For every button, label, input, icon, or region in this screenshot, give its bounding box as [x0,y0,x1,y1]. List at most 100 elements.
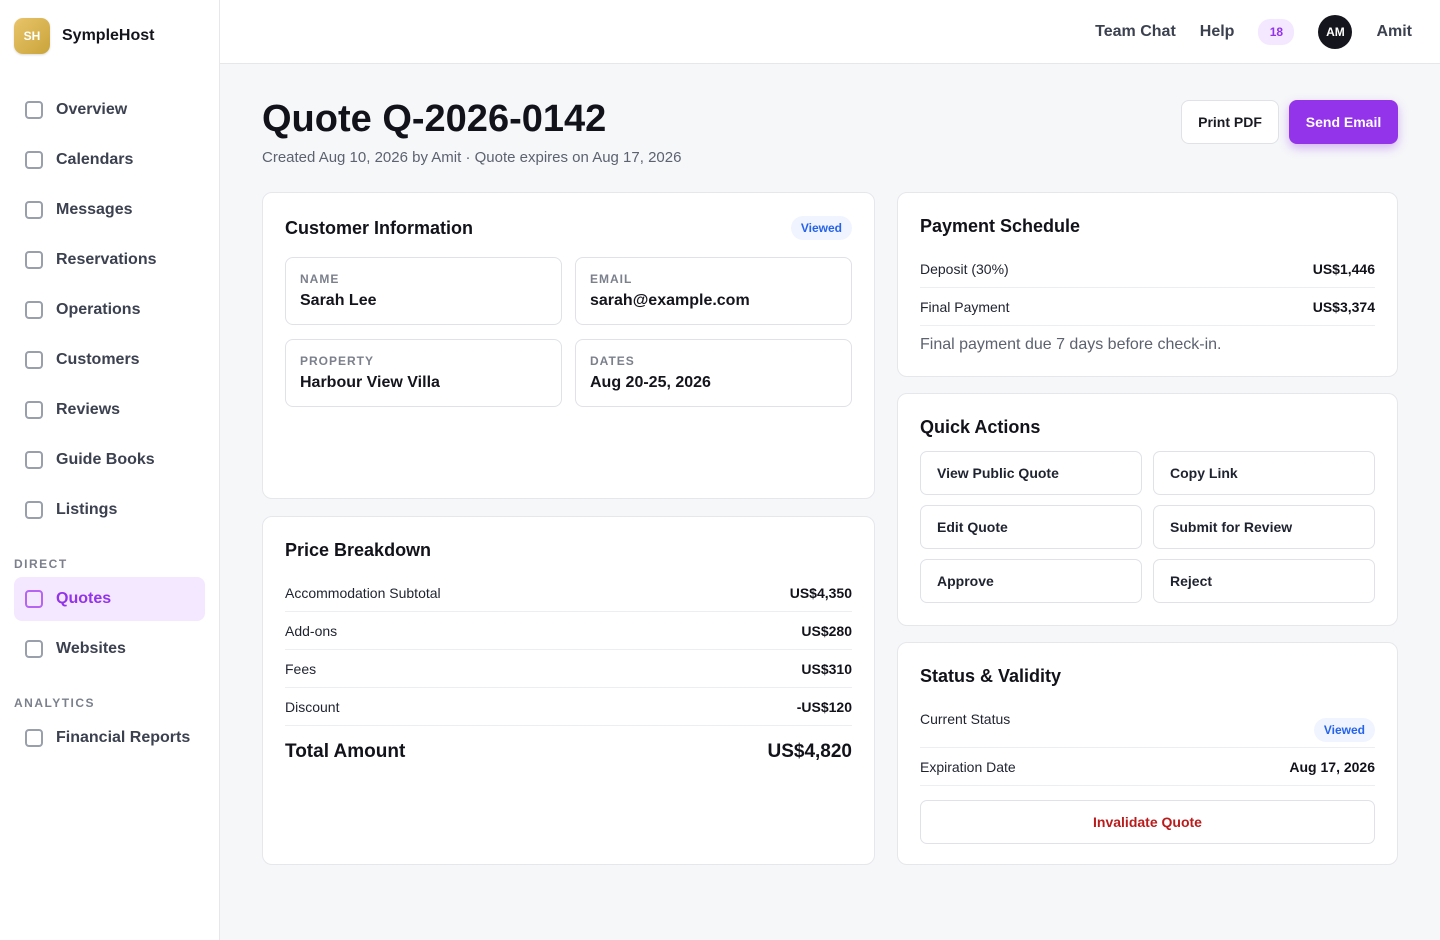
payment-row-label: Final Payment [920,298,1010,315]
submit-for-review-button[interactable]: Submit for Review [1153,505,1375,549]
invalidate-quote-button[interactable]: Invalidate Quote [920,800,1375,844]
property-field: PROPERTY Harbour View Villa [285,339,562,407]
topbar-actions: Team Chat Help 18 AM Amit [1071,0,1412,64]
customer-info-card: Customer Information Viewed NAME Sarah L… [262,192,875,499]
user-name[interactable]: Amit [1376,23,1412,41]
expiration-row: Expiration Date Aug 17, 2026 [920,748,1375,786]
price-breakdown-title: Price Breakdown [285,540,432,560]
avatar[interactable]: AM [1318,15,1353,49]
expiration-value: Aug 17, 2026 [1289,758,1375,775]
customer-name: Sarah Lee [300,292,377,309]
price-row-label: Accommodation Subtotal [285,584,441,601]
dates-field: DATES Aug 20-25, 2026 [575,339,852,407]
sidebar-item-financial-reports[interactable]: Financial Reports [14,716,205,760]
checkbox-icon [25,301,43,319]
status-validity-card: Status & Validity Current Status Viewed … [897,642,1398,865]
email-field: EMAIL sarah@example.com [575,257,852,325]
topbar: Team Chat Help 18 AM Amit [220,0,1440,64]
quick-actions-card: Quick Actions View Public Quote Copy Lin… [897,393,1398,626]
checkbox-icon [25,590,43,608]
section-label-direct: DIRECT [14,557,68,571]
payment-schedule-title: Payment Schedule [920,216,1081,236]
sidebar-item-label: Messages [56,201,133,218]
field-label: NAME [300,272,340,286]
customer-info-title: Customer Information [285,218,474,238]
checkbox-icon [25,501,43,519]
checkbox-icon [25,251,43,269]
status-badge: Viewed [790,216,852,240]
sidebar-nav-main: Overview Calendars Messages Reservations… [14,88,205,532]
sidebar-item-guide-books[interactable]: Guide Books [14,438,205,482]
customer-property: Harbour View Villa [300,374,440,391]
payment-row-value: US$1,446 [1312,260,1375,277]
payment-schedule-card: Payment Schedule Deposit (30%) US$1,446 F… [897,192,1398,377]
edit-quote-button[interactable]: Edit Quote [920,505,1142,549]
sidebar-item-label: Overview [56,101,128,118]
price-row-label: Discount [285,698,340,715]
reject-button[interactable]: Reject [1153,559,1375,603]
sidebar-item-operations[interactable]: Operations [14,288,205,332]
sidebar-nav-analytics: Financial Reports [14,716,205,760]
checkbox-icon [25,640,43,658]
current-status-label: Current Status [920,711,1011,727]
approve-button[interactable]: Approve [920,559,1142,603]
payment-row: Deposit (30%) US$1,446 [920,250,1375,288]
notification-badge[interactable]: 18 [1258,19,1295,45]
checkbox-icon [25,729,43,747]
payment-row-label: Deposit (30%) [920,260,1009,277]
sidebar-item-calendars[interactable]: Calendars [14,138,205,182]
checkbox-icon [25,451,43,469]
team-chat-link[interactable]: Team Chat [1095,23,1176,41]
sidebar-item-label: Calendars [56,151,134,168]
price-row: Add-ons US$280 [285,612,852,650]
view-public-quote-button[interactable]: View Public Quote [920,451,1142,495]
customer-email: sarah@example.com [590,292,750,309]
section-label-analytics: ANALYTICS [14,696,96,710]
sidebar-item-messages[interactable]: Messages [14,188,205,232]
copy-link-button[interactable]: Copy Link [1153,451,1375,495]
checkbox-icon [25,101,43,119]
page-title: Quote Q-2026-0142 [262,98,607,140]
brand-name: SympleHost [62,27,155,44]
help-link[interactable]: Help [1200,23,1235,41]
checkbox-icon [25,401,43,419]
sidebar-item-label: Listings [56,501,118,518]
sidebar-item-overview[interactable]: Overview [14,88,205,132]
price-row-label: Add-ons [285,622,338,639]
sidebar-nav-direct: Quotes Websites [14,577,205,671]
print-pdf-button[interactable]: Print PDF [1181,100,1279,144]
field-label: EMAIL [590,272,633,286]
sidebar: SH SympleHost Overview Calendars Message… [0,0,220,940]
sidebar-item-label: Quotes [56,590,112,607]
total-value: US$4,820 [767,741,852,762]
sidebar-item-label: Customers [56,351,140,368]
sidebar-item-label: Reservations [56,251,157,268]
quick-actions-title: Quick Actions [920,417,1041,437]
price-row: Discount -US$120 [285,688,852,726]
price-row: Accommodation Subtotal US$4,350 [285,574,852,612]
field-label: PROPERTY [300,354,375,368]
sidebar-item-listings[interactable]: Listings [14,488,205,532]
brand[interactable]: SH SympleHost [0,0,219,72]
sidebar-item-label: Financial Reports [56,729,191,746]
sidebar-item-quotes[interactable]: Quotes [14,577,205,621]
checkbox-icon [25,201,43,219]
sidebar-item-label: Guide Books [56,451,155,468]
price-row-value: US$4,350 [789,584,852,601]
price-row-value: US$280 [801,622,852,639]
payment-row: Final Payment US$3,374 [920,288,1375,326]
sidebar-item-reservations[interactable]: Reservations [14,238,205,282]
sidebar-item-reviews[interactable]: Reviews [14,388,205,432]
total-row: Total Amount US$4,820 [285,741,852,763]
expiration-label: Expiration Date [920,758,1016,775]
sidebar-item-customers[interactable]: Customers [14,338,205,382]
customer-dates: Aug 20-25, 2026 [590,374,711,391]
field-label: DATES [590,354,635,368]
sidebar-item-label: Websites [56,640,126,657]
send-email-button[interactable]: Send Email [1289,100,1398,144]
status-badge: Viewed [1313,718,1375,742]
sidebar-item-websites[interactable]: Websites [14,627,205,671]
sidebar-item-label: Reviews [56,401,121,418]
payment-note: Final payment due 7 days before check-in… [920,336,1222,353]
payment-row-value: US$3,374 [1312,298,1375,315]
